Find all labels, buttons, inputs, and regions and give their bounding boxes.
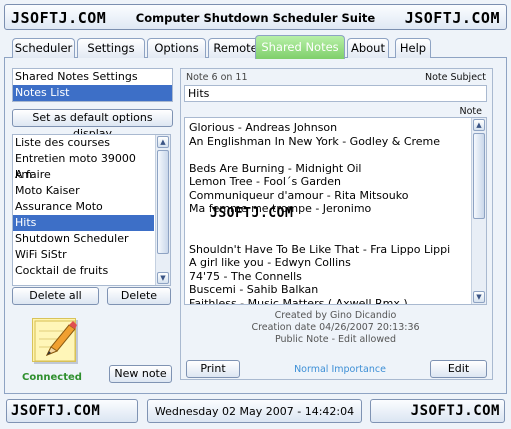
nav-item-shared-notes-settings[interactable]: Shared Notes Settings: [13, 69, 172, 85]
nav-item-notes-list[interactable]: Notes List: [13, 85, 172, 101]
note-label: Note: [459, 106, 483, 117]
note-line: Buscemi - Sahib Balkan: [189, 283, 319, 296]
set-default-display-button[interactable]: Set as default options display: [12, 109, 173, 140]
tab-settings[interactable]: Settings: [77, 38, 145, 58]
note-watermark: JSOFTJ.COM: [210, 206, 294, 221]
scroll-down-arrow-icon[interactable]: ▼: [157, 272, 169, 284]
note-line: Beds Are Burning - Midnight Oil: [189, 161, 362, 175]
note-line: [185, 229, 471, 243]
list-item[interactable]: Shutdown Scheduler: [13, 231, 154, 247]
note-creation-date: Creation date 04/26/2007 20:13:36: [251, 322, 420, 333]
list-item[interactable]: Entretien moto 39000 km: [13, 151, 154, 181]
note-line: An Englishman In New York - Godley & Cre…: [189, 134, 441, 148]
list-item[interactable]: Liste des courses: [13, 135, 154, 151]
status-watermark-left: JSOFTJ.COM: [11, 403, 101, 419]
tab-help[interactable]: Help: [395, 38, 431, 58]
status-right: JSOFTJ.COM: [370, 399, 505, 423]
note-visibility: Public Note - Edit allowed: [274, 334, 397, 345]
connection-status: Connected: [22, 372, 82, 383]
note-line: Glorious - Andreas Johnson: [189, 121, 338, 134]
notepad-pencil-icon: [32, 318, 77, 362]
scroll-thumb[interactable]: [473, 133, 485, 219]
list-item[interactable]: Cocktail de fruits: [13, 263, 154, 279]
status-watermark-right: JSOFTJ.COM: [410, 403, 500, 419]
notes-list: Liste des courses Entretien moto 39000 k…: [12, 134, 171, 286]
tab-options[interactable]: Options: [147, 38, 206, 58]
scroll-down-arrow-icon[interactable]: ▼: [473, 291, 485, 303]
print-button[interactable]: Print: [186, 360, 240, 378]
scroll-up-arrow-icon[interactable]: ▲: [473, 119, 485, 131]
note-scrollbar[interactable]: ▲ ▼: [471, 118, 486, 304]
title-watermark-right: JSOFTJ.COM: [404, 9, 500, 27]
scroll-thumb[interactable]: [157, 150, 169, 254]
list-item[interactable]: WiFi SiStr: [13, 247, 154, 263]
list-item-selected[interactable]: Hits: [13, 215, 154, 231]
note-importance: Normal Importance: [294, 364, 386, 375]
list-item[interactable]: A faire: [13, 167, 154, 183]
note-counter: Note 6 on 11: [186, 72, 248, 83]
notes-list-scrollbar[interactable]: ▲ ▼: [155, 135, 170, 285]
tab-scheduler[interactable]: Scheduler: [12, 38, 75, 58]
note-line: Lemon Tree - Fool´s Garden: [189, 175, 341, 188]
note-line: [185, 148, 471, 162]
note-line: Shouldn't Have To Be Like That - Fra Lip…: [189, 242, 451, 256]
status-datetime-panel: Wednesday 02 May 2007 - 14:42:04: [147, 399, 362, 423]
tab-about[interactable]: About: [347, 38, 389, 58]
note-line: Communiqueur d'amour - Rita Mitsouko: [189, 188, 409, 202]
status-left: JSOFTJ.COM: [6, 399, 138, 423]
shared-notes-nav: Shared Notes Settings Notes List: [12, 68, 173, 102]
list-item[interactable]: Moto Kaiser: [13, 183, 154, 199]
edit-button[interactable]: Edit: [430, 360, 487, 378]
list-item[interactable]: Assurance Moto: [13, 199, 154, 215]
note-line: 74'75 - The Connells: [189, 269, 302, 283]
note-line: Faithless - Music Matters ( Axwell Rmx ): [189, 296, 408, 305]
note-subject-field[interactable]: Hits: [184, 85, 487, 102]
note-line: A girl like you - Edwyn Collins: [189, 256, 351, 269]
status-datetime: Wednesday 02 May 2007 - 14:42:04: [154, 405, 355, 418]
title-bar: JSOFTJ.COM Computer Shutdown Scheduler S…: [4, 4, 507, 30]
note-created-by: Created by Gino Dicandio: [274, 310, 397, 321]
new-note-button[interactable]: New note: [109, 365, 172, 383]
delete-button[interactable]: Delete: [107, 287, 171, 305]
note-subject-label: Note Subject: [424, 72, 486, 83]
tab-shared-notes[interactable]: Shared Notes: [255, 35, 345, 59]
scroll-up-arrow-icon[interactable]: ▲: [157, 136, 169, 148]
delete-all-button[interactable]: Delete all: [12, 287, 99, 305]
